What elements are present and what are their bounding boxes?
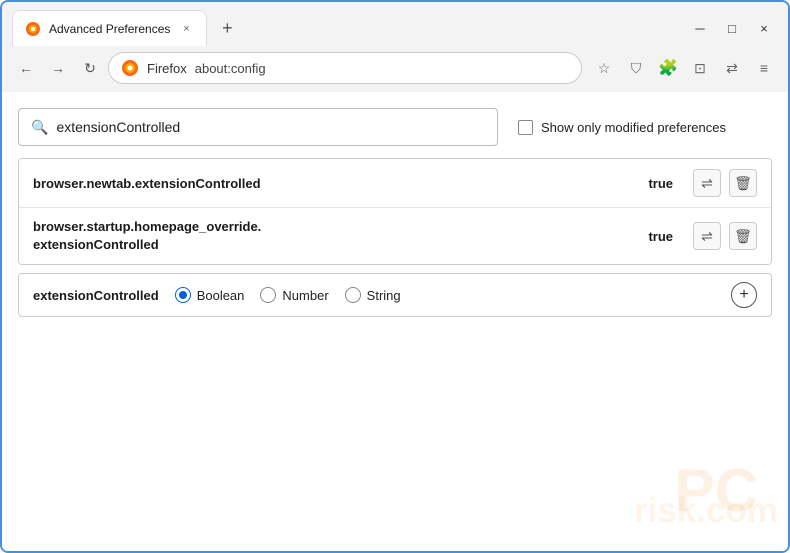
new-tab-button[interactable]: +	[213, 14, 241, 42]
pocket-button[interactable]: ⊡	[686, 54, 714, 82]
shield-icon: ⛉	[631, 60, 642, 77]
string-label: String	[367, 288, 401, 303]
forward-button[interactable]: →	[44, 54, 72, 82]
reload-button[interactable]: ↻	[76, 54, 104, 82]
table-row: browser.newtab.extensionControlled true …	[19, 159, 771, 208]
toggle-icon-2: ⇌	[701, 228, 713, 245]
number-radio-label[interactable]: Number	[260, 287, 328, 303]
watermark2: risk.com	[634, 491, 778, 531]
hamburger-icon: ≡	[760, 60, 768, 76]
trash-icon-1: 🗑	[734, 175, 752, 192]
toolbar-icons: ☆ ⛉ 🧩 ⊡ ⇄ ≡	[590, 54, 778, 82]
trash-icon-2: 🗑	[734, 228, 752, 245]
pref-value-2: true	[648, 229, 673, 244]
delete-button-2[interactable]: 🗑	[729, 222, 757, 250]
type-radio-group: Boolean Number String	[175, 287, 401, 303]
close-button[interactable]: ×	[750, 14, 778, 42]
menu-button[interactable]: ≡	[750, 54, 778, 82]
pref-name-2: browser.startup.homepage_override. exten…	[33, 218, 648, 254]
row-actions-2: ⇌ 🗑	[693, 222, 757, 250]
search-icon: 🔍	[31, 119, 48, 136]
tab-close-button[interactable]: ×	[178, 21, 194, 37]
toggle-icon-1: ⇌	[701, 175, 713, 192]
number-radio[interactable]	[260, 287, 276, 303]
title-bar: Advanced Preferences × + ─ □ ×	[2, 2, 788, 48]
sync-icon: ⇄	[726, 60, 738, 77]
toggle-button-1[interactable]: ⇌	[693, 169, 721, 197]
shield-button[interactable]: ⛉	[622, 54, 650, 82]
row-actions-1: ⇌ 🗑	[693, 169, 757, 197]
show-modified-label[interactable]: Show only modified preferences	[518, 120, 726, 135]
address-text: about:config	[195, 61, 266, 76]
string-radio-label[interactable]: String	[345, 287, 401, 303]
toggle-button-2[interactable]: ⇌	[693, 222, 721, 250]
firefox-favicon-icon	[25, 21, 41, 37]
search-input[interactable]	[56, 119, 485, 135]
show-modified-text: Show only modified preferences	[541, 120, 726, 135]
window-controls: ─ □ ×	[686, 14, 778, 42]
bookmark-button[interactable]: ☆	[590, 54, 618, 82]
number-label: Number	[282, 288, 328, 303]
extension-button[interactable]: 🧩	[654, 54, 682, 82]
maximize-button[interactable]: □	[718, 14, 746, 42]
extension-icon: 🧩	[658, 58, 678, 78]
browser-tab[interactable]: Advanced Preferences ×	[12, 10, 207, 46]
tab-title: Advanced Preferences	[49, 22, 170, 36]
watermark: PC	[675, 461, 758, 521]
add-preference-row: extensionControlled Boolean Number Strin…	[18, 273, 772, 317]
back-button[interactable]: ←	[12, 54, 40, 82]
forward-icon: →	[51, 60, 65, 76]
search-row: 🔍 Show only modified preferences	[18, 108, 772, 146]
navigation-bar: ← → ↻ Firefox about:config ☆ ⛉ 🧩	[2, 48, 788, 92]
back-icon: ←	[19, 60, 33, 76]
boolean-radio[interactable]	[175, 287, 191, 303]
delete-button-1[interactable]: 🗑	[729, 169, 757, 197]
pocket-icon: ⊡	[694, 60, 706, 77]
pref-name-1: browser.newtab.extensionControlled	[33, 176, 648, 191]
string-radio[interactable]	[345, 287, 361, 303]
bookmark-icon: ☆	[598, 60, 611, 77]
search-bar[interactable]: 🔍	[18, 108, 498, 146]
firefox-label: Firefox	[147, 61, 187, 76]
reload-icon: ↻	[84, 60, 96, 77]
show-modified-checkbox[interactable]	[518, 120, 533, 135]
page-content: 🔍 Show only modified preferences browser…	[2, 92, 788, 551]
results-table: browser.newtab.extensionControlled true …	[18, 158, 772, 265]
boolean-radio-label[interactable]: Boolean	[175, 287, 245, 303]
pref-value-1: true	[648, 176, 673, 191]
add-preference-button[interactable]: +	[731, 282, 757, 308]
table-row: browser.startup.homepage_override. exten…	[19, 208, 771, 264]
sync-button[interactable]: ⇄	[718, 54, 746, 82]
firefox-logo-icon	[121, 59, 139, 77]
minimize-button[interactable]: ─	[686, 14, 714, 42]
new-pref-name: extensionControlled	[33, 288, 159, 303]
address-bar[interactable]: Firefox about:config	[108, 52, 582, 84]
boolean-label: Boolean	[197, 288, 245, 303]
